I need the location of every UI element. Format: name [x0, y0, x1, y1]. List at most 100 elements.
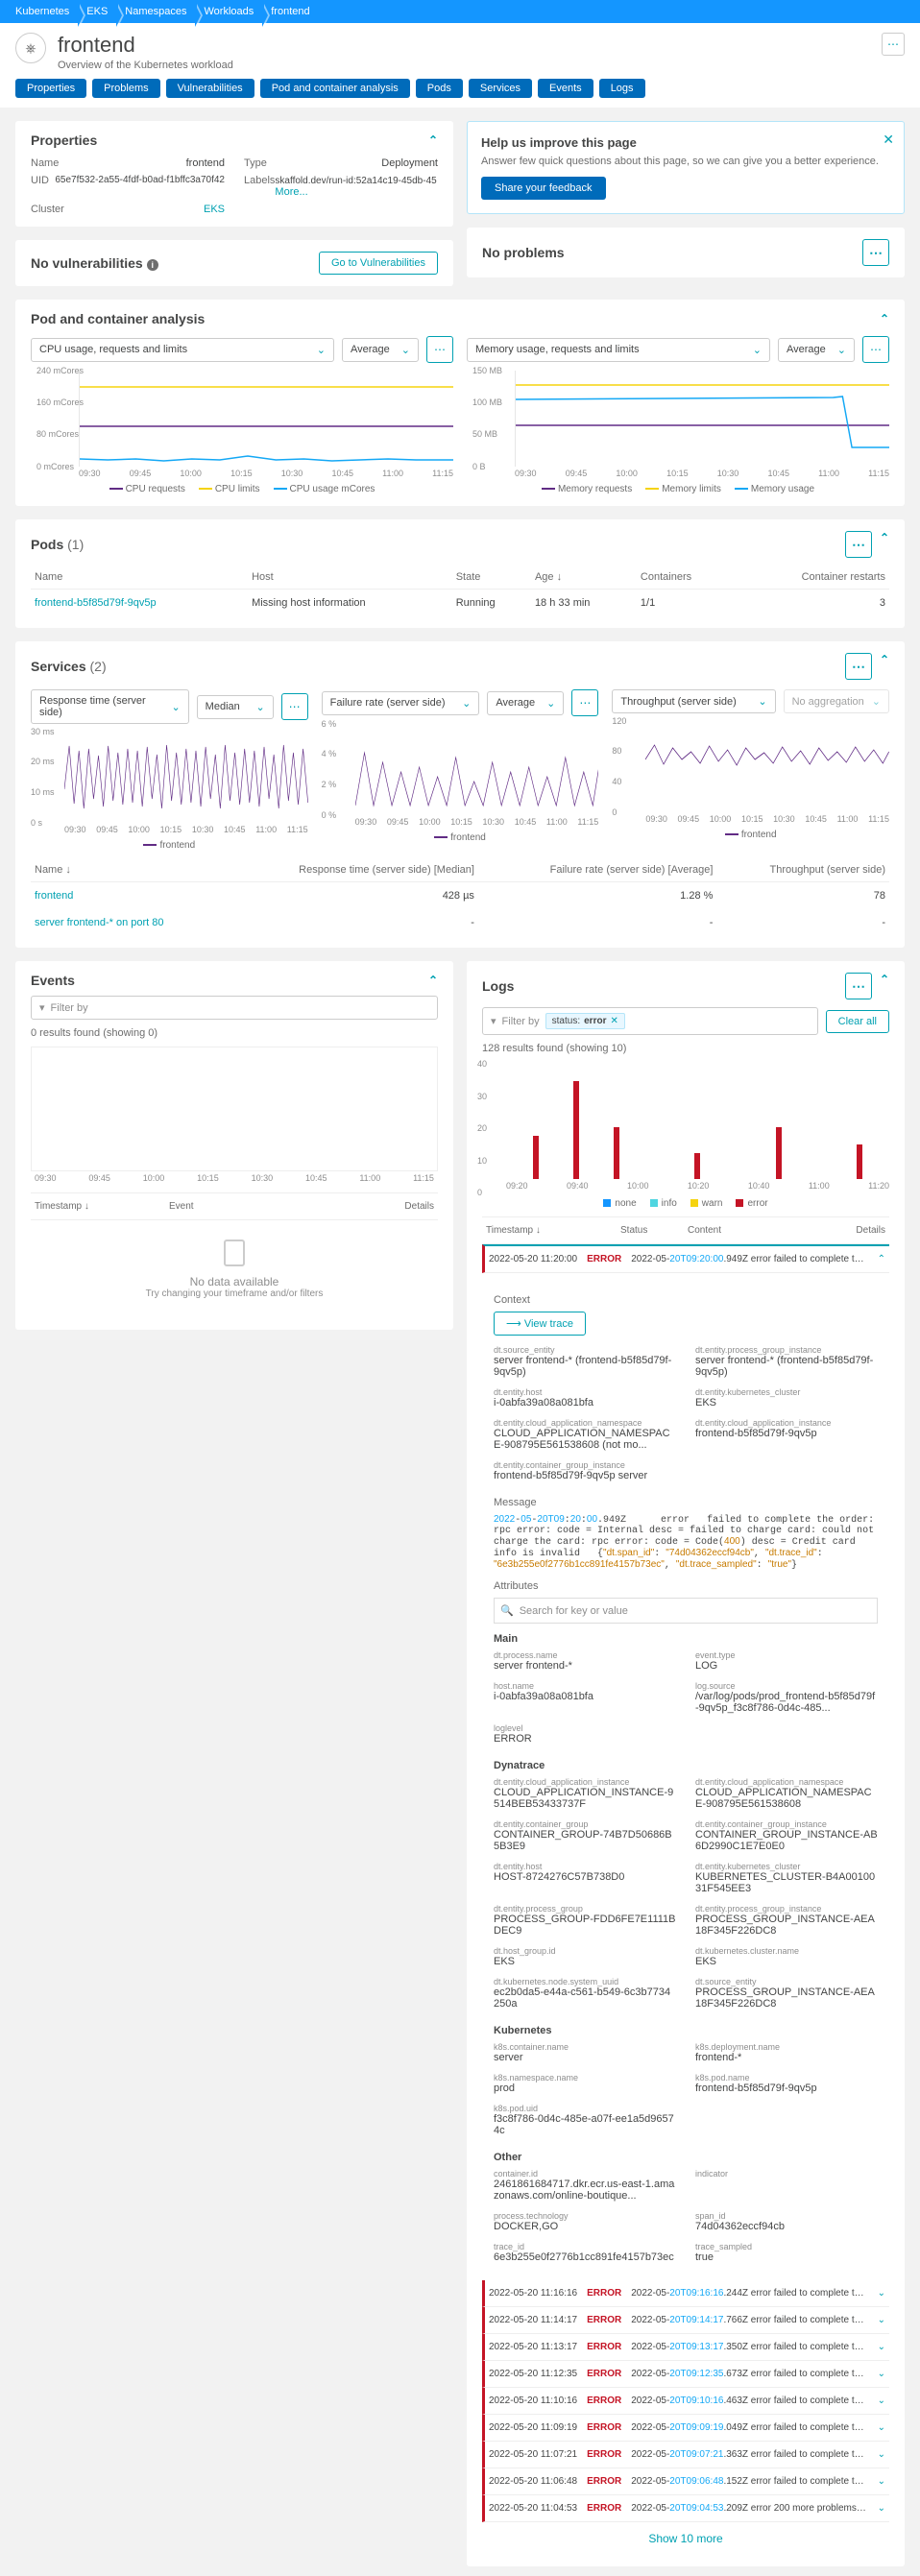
mem-chart-menu[interactable]: ⋯ [862, 336, 889, 363]
log-detail: Context ⟶ View trace dt.source_entityser… [482, 1273, 889, 2280]
events-card: Events ⌃ ▾Filter by 0 results found (show… [15, 961, 453, 1330]
log-row[interactable]: 2022-05-20 11:07:21ERROR2022-05-20T09:07… [482, 2442, 889, 2468]
nav-properties[interactable]: Properties [15, 79, 86, 98]
cpu-xaxis: 09:3009:4510:0010:1510:3010:4511:0011:15 [79, 467, 453, 480]
collapse-icon[interactable]: ⌃ [428, 974, 438, 987]
collapse-icon[interactable]: ⌃ [428, 133, 438, 147]
logs-menu[interactable]: ⋯ [845, 973, 872, 999]
services-menu[interactable]: ⋯ [845, 653, 872, 680]
services-title: Services [31, 659, 86, 674]
collapse-icon[interactable]: ⌃ [880, 653, 889, 680]
events-filter[interactable]: ▾Filter by [31, 996, 438, 1020]
service-row[interactable]: frontend428 µs1.28 %78 [31, 882, 889, 910]
nav-pca[interactable]: Pod and container analysis [260, 79, 410, 98]
chevron-down-icon[interactable]: ⌄ [878, 2503, 885, 2514]
events-results: 0 results found (showing 0) [31, 1027, 438, 1039]
log-row[interactable]: 2022-05-20 11:14:17ERROR2022-05-20T09:14… [482, 2307, 889, 2334]
resp-menu[interactable]: ⋯ [281, 693, 308, 720]
nav-vulnerabilities[interactable]: Vulnerabilities [166, 79, 254, 98]
labels-more-link[interactable]: More... [275, 186, 307, 198]
mem-agg-select[interactable]: Average⌄ [778, 338, 855, 362]
collapse-icon[interactable]: ⌃ [880, 312, 889, 325]
attributes-search[interactable]: 🔍Search for key or value [494, 1598, 878, 1624]
cpu-agg-select[interactable]: Average⌄ [342, 338, 419, 362]
pca-card: Pod and container analysis⌃ CPU usage, r… [15, 300, 905, 506]
mem-chart: 150 MB 100 MB 50 MB 0 B [515, 371, 889, 467]
nodata-hint: Try changing your timeframe and/or filte… [50, 1288, 419, 1299]
crumb-kubernetes[interactable]: Kubernetes [8, 4, 79, 19]
filter-chip-status[interactable]: status: error ✕ [545, 1013, 625, 1029]
page-header: ⎈ frontend Overview of the Kubernetes wo… [0, 23, 920, 71]
chevron-down-icon[interactable]: ⌄ [878, 2342, 885, 2352]
log-row[interactable]: 2022-05-20 11:12:35ERROR2022-05-20T09:12… [482, 2361, 889, 2388]
problems-more-button[interactable]: ⋯ [862, 239, 889, 266]
service-row[interactable]: server frontend-* on port 80--- [31, 909, 889, 936]
info-icon[interactable]: i [147, 259, 158, 271]
chevron-up-icon[interactable]: ⌃ [878, 1254, 885, 1264]
header-more-button[interactable]: ⋯ [882, 33, 905, 56]
fail-menu[interactable]: ⋯ [571, 689, 598, 716]
chevron-down-icon[interactable]: ⌄ [878, 2288, 885, 2299]
log-row-expanded[interactable]: 2022-05-20 11:20:00ERROR 2022-05-20T09:2… [482, 1244, 889, 1273]
section-nav: Properties Problems Vulnerabilities Pod … [0, 71, 920, 108]
fail-agg-select[interactable]: Average⌄ [487, 691, 564, 715]
resp-agg-select[interactable]: Median⌄ [197, 695, 274, 719]
collapse-icon[interactable]: ⌃ [880, 531, 889, 558]
breadcrumb-bar: Kubernetes EKS Namespaces Workloads fron… [0, 0, 920, 23]
prop-uid-value: 65e7f532-2a55-4fdf-b0ad-f1bffc3a70f42 [55, 175, 225, 198]
share-feedback-button[interactable]: Share your feedback [481, 177, 606, 200]
chevron-down-icon[interactable]: ⌄ [878, 2422, 885, 2433]
clear-all-button[interactable]: Clear all [826, 1010, 889, 1033]
pods-title: Pods [31, 537, 63, 552]
log-row[interactable]: 2022-05-20 11:04:53ERROR2022-05-20T09:04… [482, 2495, 889, 2522]
nav-problems[interactable]: Problems [92, 79, 159, 98]
chevron-down-icon[interactable]: ⌄ [878, 2395, 885, 2406]
filter-icon: ▾ [39, 1001, 45, 1014]
crumb-frontend[interactable]: frontend [263, 4, 319, 19]
goto-vulnerabilities-button[interactable]: Go to Vulnerabilities [319, 252, 438, 275]
cpu-metric-select[interactable]: CPU usage, requests and limits⌄ [31, 338, 334, 362]
collapse-icon[interactable]: ⌃ [880, 973, 889, 999]
pods-card: Pods (1) ⋯ ⌃ NameHostStateAge ↓ContainersC… [15, 519, 905, 628]
show-more-link[interactable]: Show 10 more [648, 2532, 722, 2545]
crumb-namespaces[interactable]: Namespaces [117, 4, 196, 19]
resp-metric-select[interactable]: Response time (server side)⌄ [31, 689, 189, 724]
mem-metric-select[interactable]: Memory usage, requests and limits⌄ [467, 338, 770, 362]
prop-name-value: frontend [186, 157, 225, 169]
log-row[interactable]: 2022-05-20 11:16:16ERROR2022-05-20T09:16… [482, 2280, 889, 2307]
prop-type-label: Type [244, 157, 267, 169]
events-title: Events [31, 973, 75, 988]
cpu-chart: 240 mCores 160 mCores 80 mCores 0 mCores [79, 371, 453, 467]
nav-logs[interactable]: Logs [599, 79, 645, 98]
thr-metric-select[interactable]: Throughput (server side)⌄ [612, 689, 775, 713]
chevron-down-icon[interactable]: ⌄ [878, 2369, 885, 2379]
nav-services[interactable]: Services [469, 79, 532, 98]
close-icon[interactable]: ✕ [883, 132, 894, 148]
properties-card: Properties⌃ Namefrontend TypeDeployment … [15, 121, 453, 227]
view-trace-button[interactable]: ⟶ View trace [494, 1312, 586, 1336]
services-card: Services (2)⋯⌃ Response time (server sid… [15, 641, 905, 948]
pods-menu[interactable]: ⋯ [845, 531, 872, 558]
page-subtitle: Overview of the Kubernetes workload [58, 60, 870, 71]
log-row[interactable]: 2022-05-20 11:13:17ERROR2022-05-20T09:13… [482, 2334, 889, 2361]
fail-metric-select[interactable]: Failure rate (server side)⌄ [322, 691, 480, 715]
cpu-chart-menu[interactable]: ⋯ [426, 336, 453, 363]
pod-row[interactable]: frontend-b5f85d79f-9qv5pMissing host inf… [31, 590, 889, 617]
log-row[interactable]: 2022-05-20 11:09:19ERROR2022-05-20T09:09… [482, 2415, 889, 2442]
problems-title: No problems [482, 245, 565, 260]
chevron-down-icon[interactable]: ⌄ [878, 2315, 885, 2325]
pods-table: NameHostStateAge ↓ContainersContainer re… [31, 566, 889, 616]
prop-uid-label: UID [31, 175, 49, 198]
chevron-down-icon[interactable]: ⌄ [878, 2476, 885, 2487]
nav-events[interactable]: Events [538, 79, 593, 98]
logs-filter[interactable]: ▾Filter bystatus: error ✕ [482, 1007, 818, 1035]
log-row[interactable]: 2022-05-20 11:06:48ERROR2022-05-20T09:06… [482, 2468, 889, 2495]
chip-remove-icon[interactable]: ✕ [610, 1016, 617, 1026]
pods-count: (1) [67, 537, 84, 552]
log-row[interactable]: 2022-05-20 11:10:16ERROR2022-05-20T09:10… [482, 2388, 889, 2415]
chevron-down-icon[interactable]: ⌄ [878, 2449, 885, 2460]
properties-title: Properties [31, 132, 97, 148]
crumb-workloads[interactable]: Workloads [196, 4, 263, 19]
nav-pods[interactable]: Pods [416, 79, 463, 98]
prop-cluster-link[interactable]: EKS [204, 204, 225, 215]
